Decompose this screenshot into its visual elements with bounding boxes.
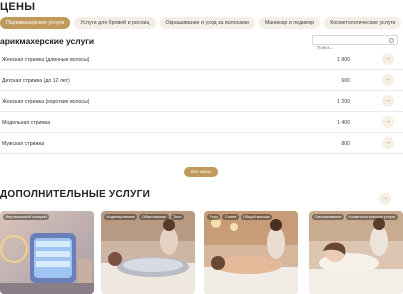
tab-cosmetology[interactable]: Косметологические услуги [324,17,402,29]
tab-manicure[interactable]: Маникюр и педикюр [258,17,321,29]
card-tag: Тело [207,214,221,220]
service-card-massage[interactable]: Тело Спина Общий массаж [204,211,298,294]
service-price: 1 400 [337,120,350,126]
price-row: Женская стрижка (длинные волосы) 1 800 → [0,49,403,70]
section-title: арикмахерские услуги [0,36,95,46]
carousel-next-icon[interactable]: → [379,193,391,205]
extra-services-title: ДОПОЛНИТЕЛЬНЫЕ УСЛУГИ [0,189,151,200]
card-tag: Моделирование [104,214,138,220]
service-name: Мужская стрижка [2,141,45,147]
category-tabs: Парикмахерские услуги Услуги для бровей … [0,16,402,30]
card-tag: Тело [170,214,184,220]
card-tag: Вертикальный солярий [3,214,50,220]
service-name: Модельная стрижка [2,120,51,126]
card-tag: Омолаживание [312,214,344,220]
solarium-photo [0,211,94,294]
price-row: Мужская стрижка 800 → [0,133,403,154]
arrow-right-icon[interactable]: → [382,53,394,65]
arrow-right-icon[interactable]: → [382,116,394,128]
extra-services-carousel: Вертикальный солярий Моделирование Оберт… [0,211,403,294]
card-tag: Спина [222,214,239,220]
service-name: Детская стрижка (до 12 лет) [2,78,70,84]
card-tag: Косметологические услуги [346,214,398,220]
tab-brows-lashes[interactable]: Услуги для бровей и ресниц [74,17,156,29]
arrow-right-icon[interactable]: → [382,137,394,149]
prices-title: ЦЕНЫ [0,1,36,13]
facial-photo [309,211,403,294]
tab-hairdressing[interactable]: Парикмахерские услуги [0,17,71,29]
service-price: 1 800 [337,57,350,63]
body-wrap-photo [101,211,195,294]
service-name: Женская стрижка (длинные волосы) [2,57,90,63]
service-card-solarium[interactable]: Вертикальный солярий [0,211,94,294]
price-list: Женская стрижка (длинные волосы) 1 800 →… [0,49,403,154]
service-card-body-wrap[interactable]: Моделирование Обертывание Тело [101,211,195,294]
search-icon[interactable] [389,38,394,43]
tab-coloring[interactable]: Окрашивание и уход за волосами [159,17,255,29]
arrow-right-icon[interactable]: → [382,95,394,107]
card-tag: Обертывание [139,214,169,220]
all-prices-button[interactable]: Все цены [184,167,218,177]
price-row: Женская стрижка (короткие волосы) 1 200 … [0,91,403,112]
massage-photo [204,211,298,294]
service-price: 800 [341,141,350,147]
search-box [312,35,398,52]
service-name: Женская стрижка (короткие волосы) [2,99,90,105]
price-row: Детская стрижка (до 12 лет) 600 → [0,70,403,91]
card-tag: Общий массаж [240,214,273,220]
service-price: 1 200 [337,99,350,105]
service-price: 600 [341,78,350,84]
price-row: Модельная стрижка 1 400 → [0,112,403,133]
arrow-right-icon[interactable]: → [382,74,394,86]
service-card-rejuvenation[interactable]: Омолаживание Косметологические услуги [309,211,403,294]
